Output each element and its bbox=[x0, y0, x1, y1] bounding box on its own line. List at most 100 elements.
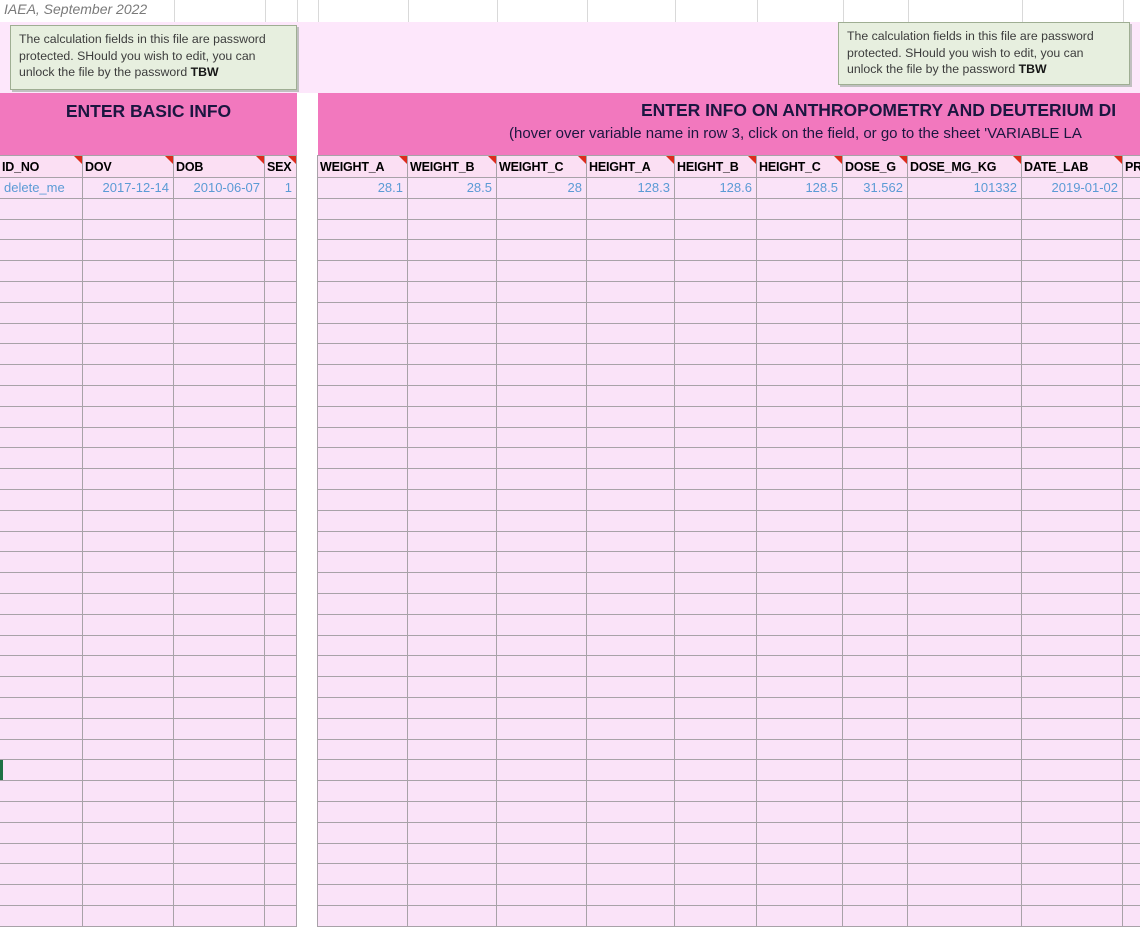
cell-weight_b[interactable] bbox=[408, 740, 497, 761]
column-header-height_c[interactable]: HEIGHT_C bbox=[757, 155, 843, 178]
cell-dose_g[interactable] bbox=[843, 844, 908, 865]
cell-pre[interactable] bbox=[1123, 240, 1140, 261]
cell-sex[interactable] bbox=[265, 428, 297, 449]
spacer-column-cell[interactable] bbox=[297, 155, 318, 178]
cell-weight_c[interactable] bbox=[497, 677, 587, 698]
cell-weight_b[interactable]: 28.5 bbox=[408, 178, 497, 199]
cell-date_lab[interactable] bbox=[1022, 324, 1123, 345]
cell-weight_b[interactable] bbox=[408, 532, 497, 553]
cell-id_no[interactable] bbox=[0, 719, 83, 740]
cell-dov[interactable] bbox=[83, 802, 174, 823]
cell-sex[interactable] bbox=[265, 719, 297, 740]
cell-dose_mg_kg[interactable] bbox=[908, 240, 1022, 261]
cell-date_lab[interactable] bbox=[1022, 552, 1123, 573]
cell-weight_b[interactable] bbox=[408, 885, 497, 906]
cell-dov[interactable] bbox=[83, 282, 174, 303]
cell-dose_mg_kg[interactable] bbox=[908, 823, 1022, 844]
column-header-dov[interactable]: DOV bbox=[83, 155, 174, 178]
cell-weight_a[interactable] bbox=[318, 885, 408, 906]
cell-date_lab[interactable] bbox=[1022, 511, 1123, 532]
cell-id_no[interactable] bbox=[0, 698, 83, 719]
cell-date_lab[interactable] bbox=[1022, 220, 1123, 241]
cell-id_no[interactable] bbox=[0, 781, 83, 802]
cell-weight_b[interactable] bbox=[408, 864, 497, 885]
cell-dose_mg_kg[interactable] bbox=[908, 407, 1022, 428]
cell-height_a[interactable] bbox=[587, 740, 675, 761]
cell-id_no[interactable] bbox=[0, 906, 83, 927]
column-header-dose_mg_kg[interactable]: DOSE_MG_KG bbox=[908, 155, 1022, 178]
cell-date_lab[interactable] bbox=[1022, 407, 1123, 428]
cell-id_no[interactable] bbox=[0, 344, 83, 365]
cell-weight_c[interactable] bbox=[497, 719, 587, 740]
column-header-sex[interactable]: SEX bbox=[265, 155, 297, 178]
cell-sex[interactable] bbox=[265, 573, 297, 594]
cell-weight_a[interactable] bbox=[318, 906, 408, 927]
spacer-column-cell[interactable] bbox=[297, 324, 318, 345]
cell-id_no[interactable] bbox=[0, 615, 83, 636]
cell-weight_c[interactable] bbox=[497, 844, 587, 865]
cell-weight_a[interactable] bbox=[318, 532, 408, 553]
cell-dov[interactable] bbox=[83, 532, 174, 553]
cell-weight_a[interactable] bbox=[318, 802, 408, 823]
cell-dose_mg_kg[interactable] bbox=[908, 615, 1022, 636]
cell-id_no[interactable] bbox=[0, 324, 83, 345]
cell-pre[interactable] bbox=[1123, 469, 1140, 490]
cell-height_b[interactable] bbox=[675, 615, 757, 636]
cell-dose_g[interactable] bbox=[843, 324, 908, 345]
cell-height_c[interactable] bbox=[757, 324, 843, 345]
cell-date_lab[interactable] bbox=[1022, 844, 1123, 865]
cell-id_no[interactable] bbox=[0, 220, 83, 241]
column-header-date_lab[interactable]: DATE_LAB bbox=[1022, 155, 1123, 178]
cell-dose_g[interactable] bbox=[843, 760, 908, 781]
spacer-column-cell[interactable] bbox=[297, 365, 318, 386]
cell-dose_g[interactable] bbox=[843, 906, 908, 927]
cell-weight_c[interactable] bbox=[497, 365, 587, 386]
cell-dov[interactable] bbox=[83, 240, 174, 261]
cell-pre[interactable] bbox=[1123, 428, 1140, 449]
cell-pre[interactable] bbox=[1123, 906, 1140, 927]
cell-dose_g[interactable] bbox=[843, 552, 908, 573]
spacer-column-cell[interactable] bbox=[297, 178, 318, 199]
cell-height_a[interactable] bbox=[587, 469, 675, 490]
cell-sex[interactable] bbox=[265, 282, 297, 303]
cell-dob[interactable] bbox=[174, 448, 265, 469]
cell-height_c[interactable] bbox=[757, 864, 843, 885]
cell-weight_a[interactable] bbox=[318, 365, 408, 386]
cell-date_lab[interactable] bbox=[1022, 303, 1123, 324]
cell-id_no[interactable] bbox=[0, 282, 83, 303]
column-header-weight_b[interactable]: WEIGHT_B bbox=[408, 155, 497, 178]
cell-dose_g[interactable] bbox=[843, 823, 908, 844]
cell-pre[interactable] bbox=[1123, 303, 1140, 324]
cell-pre[interactable] bbox=[1123, 261, 1140, 282]
cell-weight_b[interactable] bbox=[408, 719, 497, 740]
cell-weight_b[interactable] bbox=[408, 573, 497, 594]
cell-height_a[interactable] bbox=[587, 760, 675, 781]
cell-pre[interactable] bbox=[1123, 324, 1140, 345]
cell-dose_g[interactable] bbox=[843, 740, 908, 761]
cell-date_lab[interactable] bbox=[1022, 864, 1123, 885]
cell-weight_a[interactable] bbox=[318, 282, 408, 303]
cell-sex[interactable] bbox=[265, 636, 297, 657]
cell-dose_mg_kg[interactable]: 101332 bbox=[908, 178, 1022, 199]
cell-id_no[interactable] bbox=[0, 677, 83, 698]
cell-dob[interactable] bbox=[174, 407, 265, 428]
cell-dose_mg_kg[interactable] bbox=[908, 781, 1022, 802]
cell-id_no[interactable] bbox=[0, 740, 83, 761]
cell-dov[interactable] bbox=[83, 719, 174, 740]
cell-id_no[interactable]: delete_me bbox=[0, 178, 83, 199]
cell-dose_g[interactable] bbox=[843, 303, 908, 324]
cell-dob[interactable] bbox=[174, 511, 265, 532]
cell-dose_mg_kg[interactable] bbox=[908, 885, 1022, 906]
spacer-column-cell[interactable] bbox=[297, 719, 318, 740]
spacer-column-cell[interactable] bbox=[297, 386, 318, 407]
cell-dose_mg_kg[interactable] bbox=[908, 324, 1022, 345]
cell-height_c[interactable] bbox=[757, 760, 843, 781]
cell-dose_mg_kg[interactable] bbox=[908, 511, 1022, 532]
cell-dob[interactable] bbox=[174, 698, 265, 719]
cell-dose_mg_kg[interactable] bbox=[908, 864, 1022, 885]
cell-sex[interactable] bbox=[265, 906, 297, 927]
spacer-column-cell[interactable] bbox=[297, 823, 318, 844]
cell-sex[interactable] bbox=[265, 656, 297, 677]
cell-dob[interactable] bbox=[174, 906, 265, 927]
cell-weight_a[interactable] bbox=[318, 740, 408, 761]
